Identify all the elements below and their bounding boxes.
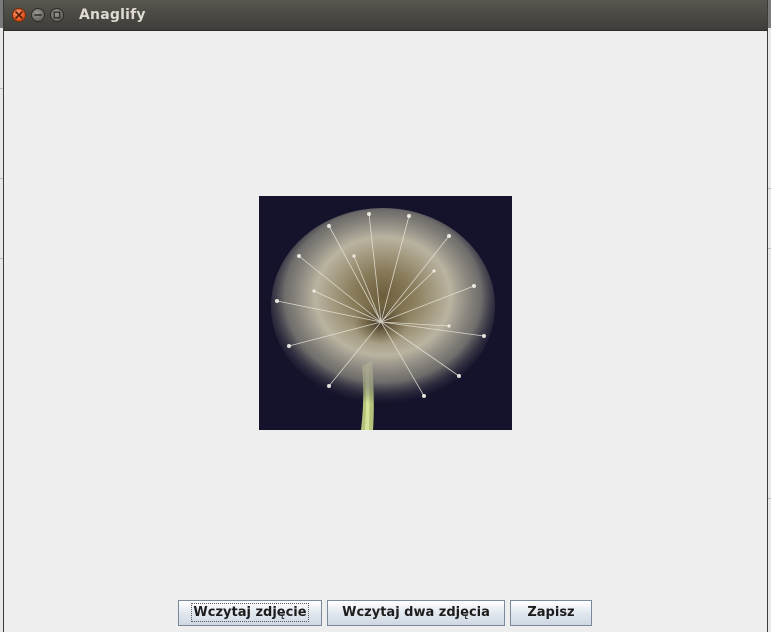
maximize-icon: [53, 11, 61, 19]
maximize-button[interactable]: [50, 8, 64, 22]
desktop: Anaglify Wczytaj zdjęcie Wczytaj dwa zdj…: [0, 0, 771, 632]
photo-preview: [259, 196, 512, 430]
close-icon: [15, 11, 23, 19]
save-label: Zapisz: [527, 605, 575, 620]
minimize-icon: [34, 14, 42, 16]
dandelion-image: [259, 196, 512, 430]
load-photo-label: Wczytaj zdjęcie: [191, 603, 309, 622]
load-two-photos-button[interactable]: Wczytaj dwa zdjęcia: [327, 600, 505, 626]
save-button[interactable]: Zapisz: [510, 600, 592, 626]
load-two-photos-label: Wczytaj dwa zdjęcia: [342, 605, 490, 620]
minimize-button[interactable]: [31, 8, 45, 22]
main-panel: Wczytaj zdjęcie Wczytaj dwa zdjęcia Zapi…: [4, 31, 767, 632]
app-window: Anaglify Wczytaj zdjęcie Wczytaj dwa zdj…: [4, 0, 767, 632]
title-bar[interactable]: Anaglify: [4, 0, 767, 31]
button-bar: Wczytaj zdjęcie Wczytaj dwa zdjęcia Zapi…: [4, 600, 767, 628]
window-title: Anaglify: [79, 7, 146, 23]
load-photo-button[interactable]: Wczytaj zdjęcie: [178, 600, 322, 626]
close-button[interactable]: [12, 8, 26, 22]
